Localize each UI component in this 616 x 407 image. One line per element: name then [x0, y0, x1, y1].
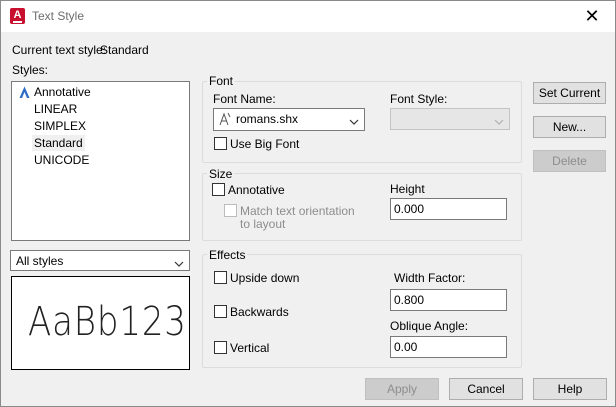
new-style-button[interactable]: New...	[533, 116, 606, 138]
font-style-dropdown[interactable]	[390, 108, 510, 130]
style-item-simplex[interactable]: SIMPLEX	[34, 118, 86, 134]
width-factor-label: Width Factor:	[394, 271, 466, 285]
size-group-title: Size	[207, 167, 235, 181]
chevron-down-icon	[174, 256, 184, 270]
height-input[interactable]: 0.000	[390, 198, 507, 220]
close-icon: ✕	[584, 6, 600, 26]
font-name-label: Font Name:	[213, 92, 276, 106]
upside-down-label: Upside down	[230, 271, 300, 285]
style-item-standard[interactable]: Standard	[32, 135, 85, 151]
title-bar: A Text Style ✕	[1, 1, 615, 32]
match-orientation-label-line1: Match text orientation	[240, 204, 355, 218]
height-value: 0.000	[394, 202, 425, 216]
apply-button[interactable]: Apply	[365, 378, 439, 400]
size-annotative-label: Annotative	[228, 183, 285, 197]
backwards-checkbox[interactable]	[214, 305, 227, 318]
font-style-label: Font Style:	[390, 92, 448, 106]
oblique-angle-label: Oblique Angle:	[390, 319, 469, 333]
current-style-value: Standard	[100, 43, 149, 57]
styles-label: Styles:	[12, 63, 49, 77]
set-current-button[interactable]: Set Current	[533, 82, 606, 104]
cancel-button[interactable]: Cancel	[449, 378, 523, 400]
height-label: Height	[390, 182, 425, 196]
autocad-app-icon: A	[10, 8, 25, 24]
vertical-checkbox[interactable]	[214, 341, 227, 354]
oblique-angle-value: 0.00	[394, 340, 418, 354]
preview-sample-text: AaBb123	[28, 299, 187, 345]
style-item-annotative[interactable]: Annotative	[34, 84, 91, 100]
style-item-unicode[interactable]: UNICODE	[34, 152, 89, 168]
match-orientation-label-line2: to layout	[240, 217, 286, 231]
font-name-value: romans.shx	[236, 112, 299, 126]
style-item-linear[interactable]: LINEAR	[34, 101, 77, 117]
window-title: Text Style	[32, 9, 85, 23]
styles-filter-value: All styles	[16, 254, 64, 268]
effects-group-title: Effects	[207, 248, 248, 262]
app-icon-letter: A	[13, 9, 22, 21]
app-icon-underline	[13, 21, 22, 23]
shx-font-icon	[218, 112, 232, 129]
styles-filter-dropdown[interactable]: All styles	[10, 250, 190, 271]
size-annotative-checkbox[interactable]	[212, 183, 225, 196]
text-style-dialog: A Text Style ✕ Current text style: Stand…	[0, 0, 616, 407]
delete-style-button[interactable]: Delete	[533, 150, 606, 172]
style-preview: AaBb123	[11, 276, 190, 370]
backwards-label: Backwards	[230, 305, 289, 319]
chevron-down-icon	[494, 114, 504, 128]
vertical-label: Vertical	[230, 341, 270, 355]
match-orientation-checkbox[interactable]	[224, 204, 237, 217]
font-name-dropdown[interactable]: romans.shx	[213, 108, 365, 131]
annotative-icon	[18, 86, 31, 102]
upside-down-checkbox[interactable]	[214, 271, 227, 284]
close-button[interactable]: ✕	[569, 1, 615, 32]
oblique-angle-input[interactable]: 0.00	[390, 336, 507, 358]
width-factor-value: 0.800	[394, 293, 425, 307]
use-big-font-checkbox[interactable]	[214, 137, 227, 150]
width-factor-input[interactable]: 0.800	[390, 289, 507, 311]
chevron-down-icon	[349, 114, 359, 128]
use-big-font-label: Use Big Font	[230, 137, 300, 151]
font-group-title: Font	[207, 74, 236, 88]
styles-list[interactable]: Annotative LINEAR SIMPLEX Standard UNICO…	[11, 81, 190, 241]
current-style-label: Current text style:	[12, 43, 107, 57]
help-button[interactable]: Help	[533, 378, 607, 400]
